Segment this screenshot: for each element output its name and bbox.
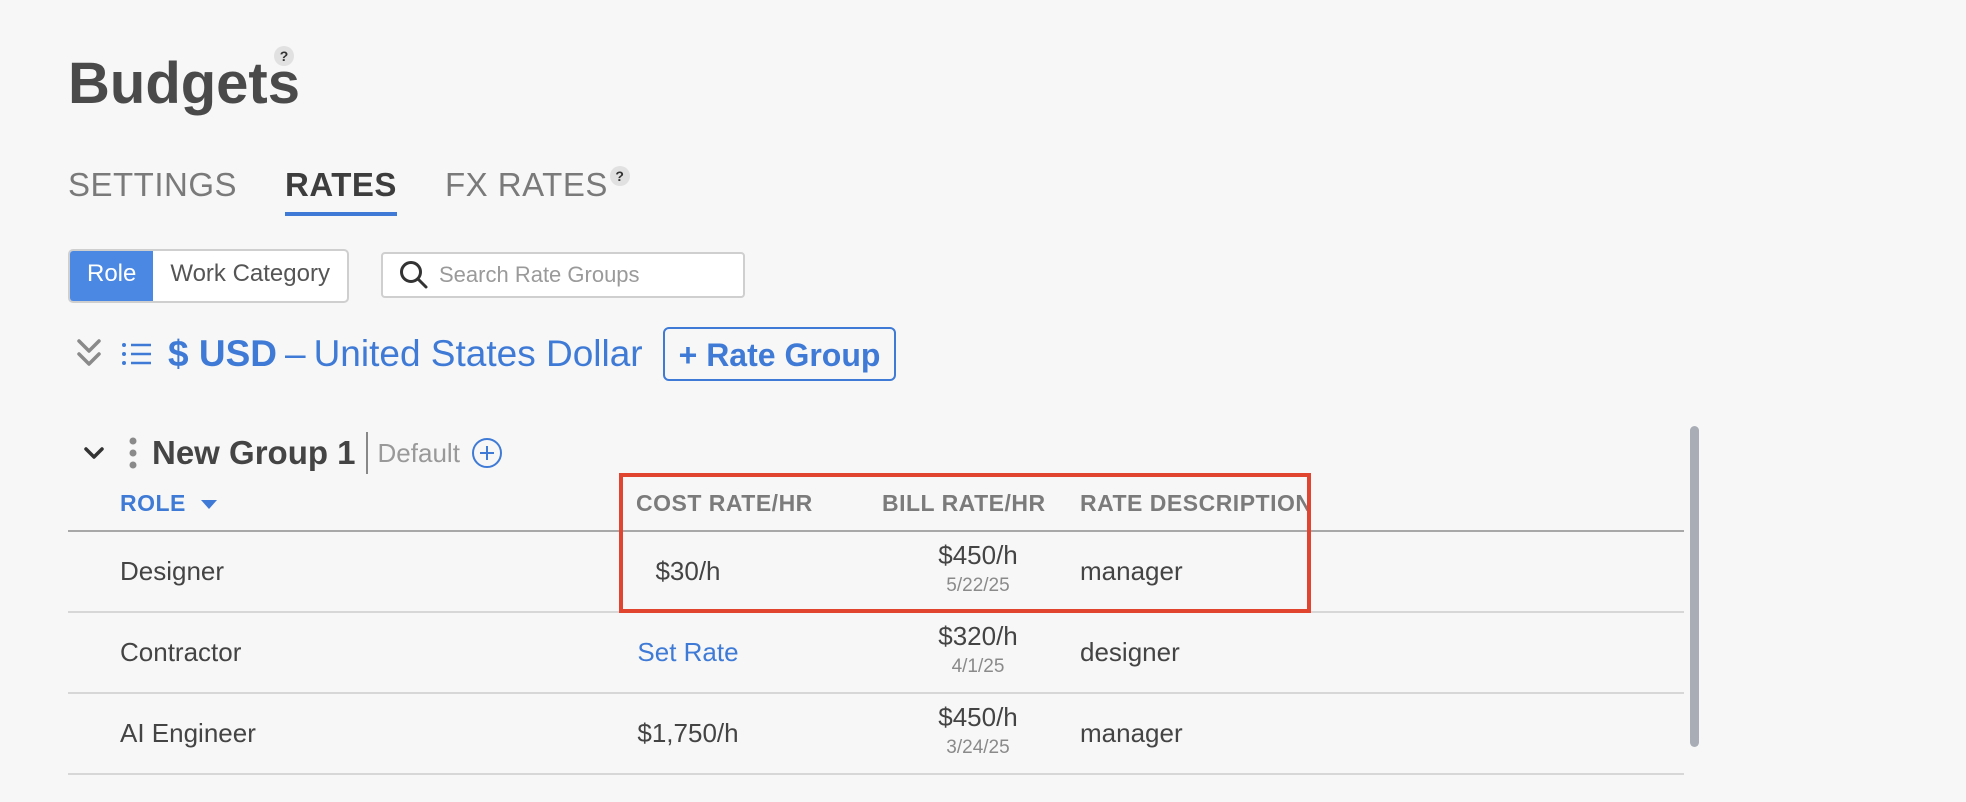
tab-bar: SETTINGS RATES FX RATES ? bbox=[68, 166, 630, 216]
search-input[interactable] bbox=[437, 261, 731, 289]
add-circle-icon[interactable] bbox=[470, 436, 504, 470]
cell-bill-rate[interactable]: $320/h 4/1/25 bbox=[868, 621, 1088, 678]
add-rate-group-button[interactable]: + Rate Group bbox=[662, 327, 897, 381]
sort-down-icon bbox=[200, 500, 217, 509]
search-icon bbox=[400, 261, 428, 289]
search-box bbox=[381, 252, 745, 298]
group-divider bbox=[365, 432, 368, 474]
list-icon[interactable] bbox=[120, 339, 154, 369]
bill-rate-date: 3/24/25 bbox=[946, 737, 1010, 758]
set-rate-link[interactable]: Set Rate bbox=[598, 637, 778, 668]
page-title: Budgets bbox=[68, 51, 300, 116]
help-icon[interactable]: ? bbox=[609, 166, 630, 186]
cell-role: Designer bbox=[120, 556, 225, 586]
chevron-down-icon[interactable] bbox=[80, 439, 108, 467]
currency-dash: – bbox=[284, 333, 306, 374]
cell-role: AI Engineer bbox=[120, 718, 256, 748]
bill-rate-value: $450/h bbox=[938, 702, 1018, 732]
table-row[interactable]: Contractor Set Rate $320/h 4/1/25 design… bbox=[68, 613, 1684, 694]
collapse-all-icon[interactable] bbox=[74, 336, 104, 372]
help-icon[interactable]: ? bbox=[274, 46, 294, 66]
tab-fx-rates[interactable]: FX RATES ? bbox=[444, 166, 630, 216]
toggle-work-category-button[interactable]: Work Category bbox=[153, 251, 347, 301]
table-row[interactable]: AI Engineer $1,750/h $450/h 3/24/25 mana… bbox=[68, 694, 1684, 775]
cell-cost-rate[interactable]: $1,750/h bbox=[598, 718, 778, 749]
cell-role: Contractor bbox=[120, 637, 242, 667]
column-header-role[interactable]: ROLE bbox=[120, 490, 219, 517]
tab-settings[interactable]: SETTINGS bbox=[68, 166, 237, 216]
bill-rate-date: 4/1/25 bbox=[951, 656, 1005, 677]
highlight-box bbox=[619, 473, 1311, 613]
group-name: New Group 1 bbox=[152, 434, 356, 471]
tab-fx-rates-label: FX RATES bbox=[444, 166, 608, 203]
currency-header: $ USD – United States Dollar + Rate Grou… bbox=[74, 326, 897, 382]
vertical-scrollbar[interactable] bbox=[1690, 426, 1699, 747]
bill-rate-value: $320/h bbox=[938, 621, 1018, 651]
group-default-label: Default bbox=[377, 437, 460, 468]
more-vertical-icon[interactable] bbox=[126, 435, 140, 471]
currency-code: $ USD bbox=[168, 333, 277, 374]
column-header-role-label: ROLE bbox=[120, 490, 186, 516]
tab-rates[interactable]: RATES bbox=[285, 166, 397, 216]
cell-bill-rate[interactable]: $450/h 3/24/25 bbox=[868, 702, 1088, 759]
currency-name: United States Dollar bbox=[313, 333, 643, 374]
toggle-role-button[interactable]: Role bbox=[70, 251, 154, 301]
cell-rate-description[interactable]: designer bbox=[1080, 637, 1180, 668]
group-header: New Group 1 Default bbox=[80, 428, 504, 478]
cell-rate-description[interactable]: manager bbox=[1080, 718, 1183, 749]
role-category-toggle: Role Work Category bbox=[68, 249, 349, 303]
